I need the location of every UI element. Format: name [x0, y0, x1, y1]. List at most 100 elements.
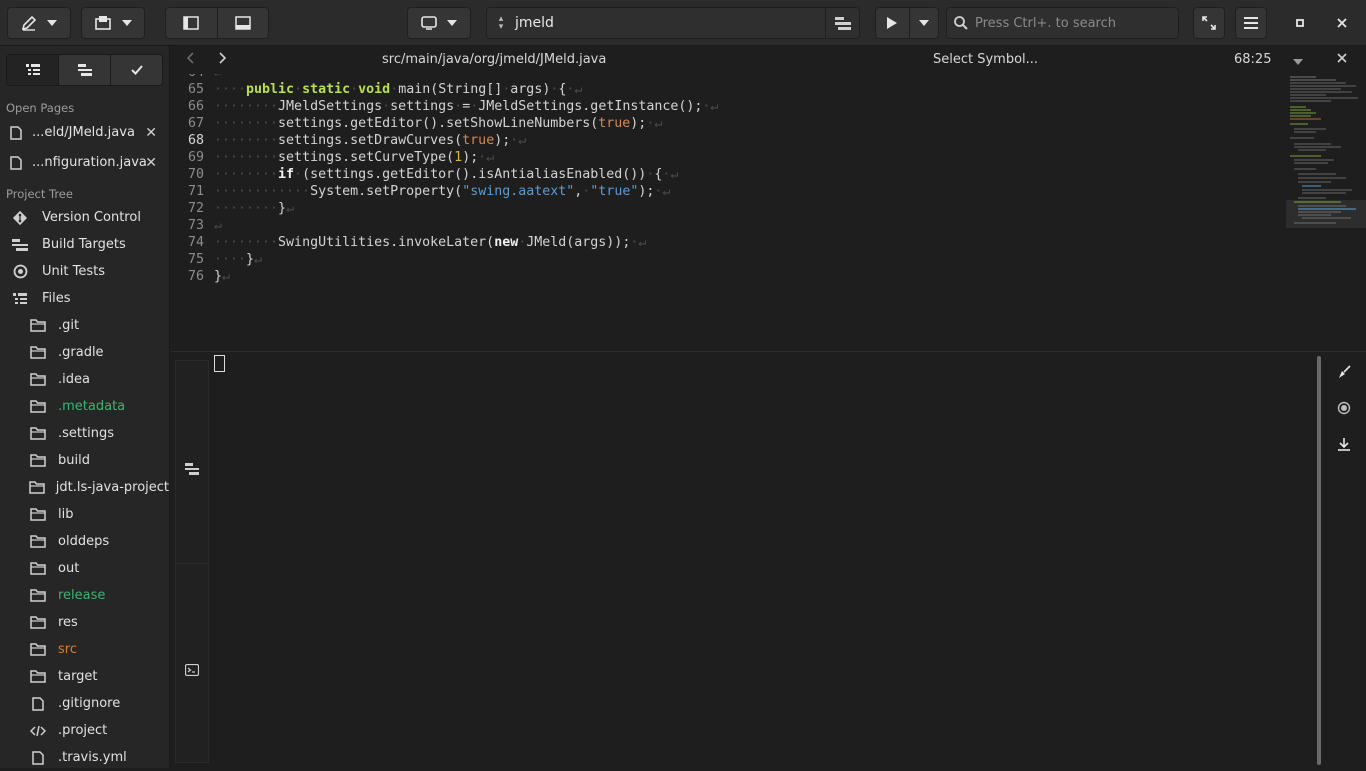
- file-path: src/main/java/org/jmeld/JMeld.java: [382, 52, 607, 67]
- fullscreen-button[interactable]: [1193, 7, 1225, 39]
- toggle-left-panel-button[interactable]: [166, 8, 217, 38]
- code-token: ↵: [222, 269, 231, 284]
- file-tree-item[interactable]: .settings: [0, 420, 169, 447]
- file-tree-item[interactable]: .travis.yml: [0, 744, 169, 771]
- sidebar-tabs: [6, 54, 163, 86]
- build-output-tab[interactable]: [184, 461, 200, 477]
- new-document-menu-button[interactable]: [81, 7, 145, 39]
- terminal-tab[interactable]: [184, 662, 200, 678]
- open-page-item[interactable]: ...eld/JMeld.java ✕: [0, 119, 169, 146]
- file-tree-item[interactable]: jdt.ls-java-project: [0, 474, 169, 501]
- code-token: ········: [214, 99, 279, 114]
- unit-tests-icon: [10, 264, 30, 279]
- chevron-down-icon: [918, 20, 929, 26]
- clear-terminal-button[interactable]: [1334, 362, 1354, 382]
- line-text: ········settings.getEditor().setShowLine…: [214, 115, 662, 132]
- line-text: ····public·static·void·main(String[]·arg…: [214, 81, 582, 98]
- run-options-button[interactable]: [908, 8, 938, 38]
- tree-item-build-targets[interactable]: Build Targets: [0, 231, 169, 258]
- toggle-bottom-panel-button[interactable]: [216, 8, 268, 38]
- line-text: ········if·(settings.getEditor().isAntia…: [214, 166, 678, 183]
- open-page-label: ...eld/JMeld.java: [32, 125, 135, 140]
- close-page-icon[interactable]: ✕: [145, 125, 157, 141]
- code-token: ········: [214, 150, 279, 165]
- file-tree-item[interactable]: release: [0, 582, 169, 609]
- fullscreen-icon: [1202, 16, 1216, 30]
- file-icon: [6, 155, 26, 170]
- code-token: ········: [214, 133, 279, 148]
- line-text: ········SwingUtilities.invokeLater(new·J…: [214, 234, 646, 251]
- build-queue-icon: [77, 64, 92, 76]
- file-tree-item[interactable]: out: [0, 555, 169, 582]
- file-tree-item[interactable]: lib: [0, 501, 169, 528]
- close-page-icon[interactable]: ✕: [145, 155, 157, 171]
- code-token: ·↵: [654, 184, 671, 199]
- minimap[interactable]: [1286, 74, 1366, 351]
- back-button[interactable]: [186, 52, 194, 68]
- project-selector[interactable]: ▴ ▾ jmeld: [486, 7, 860, 39]
- file-tree-item[interactable]: build: [0, 447, 169, 474]
- code-token: ········: [214, 116, 279, 131]
- file-icon: [28, 696, 48, 711]
- file-tree-item[interactable]: .idea: [0, 366, 169, 393]
- device-selector-button[interactable]: [407, 7, 471, 39]
- build-queue-button[interactable]: [825, 8, 859, 38]
- symbol-selector[interactable]: Select Symbol...: [933, 52, 1038, 67]
- code-token: args): [510, 82, 551, 97]
- tree-item-version-control[interactable]: Version Control: [0, 204, 169, 231]
- close-window-button[interactable]: [1326, 7, 1358, 39]
- line-number: 67: [187, 116, 204, 131]
- code-token: main(String[]: [398, 82, 503, 97]
- open-page-item[interactable]: ...nfiguration.java ✕: [0, 149, 169, 176]
- folder-icon: [28, 481, 46, 494]
- file-tree-label: .git: [58, 318, 80, 333]
- file-tree-item[interactable]: src: [0, 636, 169, 663]
- document-icon: [95, 16, 111, 30]
- code-token: settings.getEditor().setShowLineNumbers(: [278, 116, 599, 131]
- panel-toggle-group: [165, 7, 269, 39]
- file-tree-item[interactable]: res: [0, 609, 169, 636]
- terminal-scrollbar[interactable]: [1317, 356, 1321, 765]
- code-token: static: [302, 82, 351, 97]
- close-document-button[interactable]: [1337, 51, 1347, 67]
- code-token: ↵: [214, 218, 223, 233]
- file-tree-label: out: [58, 561, 80, 576]
- search-input[interactable]: [975, 15, 1165, 31]
- search-icon: [947, 16, 975, 30]
- file-tree-item[interactable]: .gitignore: [0, 690, 169, 717]
- document-menu-button[interactable]: [1293, 54, 1303, 69]
- line-text: ········}↵: [214, 200, 294, 217]
- pencil-icon: [21, 15, 37, 31]
- edit-menu-button[interactable]: [7, 7, 71, 39]
- play-icon: [887, 17, 898, 29]
- code-token: settings.setCurveType(: [278, 150, 455, 165]
- file-tree-item[interactable]: .project: [0, 717, 169, 744]
- terminal-cursor: [214, 355, 225, 372]
- tab-project-tree[interactable]: [7, 55, 58, 85]
- code-token: JMeldSettings: [278, 99, 383, 114]
- tree-item-files[interactable]: Files: [0, 285, 169, 312]
- forward-button[interactable]: [219, 52, 227, 68]
- code-token: void: [358, 82, 391, 97]
- tab-todo[interactable]: [110, 55, 162, 85]
- global-search[interactable]: [946, 7, 1179, 39]
- editor-header: src/main/java/org/jmeld/JMeld.java Selec…: [171, 46, 1366, 74]
- tab-build-queue[interactable]: [58, 55, 110, 85]
- file-tree-label: .idea: [58, 372, 90, 387]
- folder-icon: [28, 643, 48, 656]
- file-tree-item[interactable]: target: [0, 663, 169, 690]
- file-tree-item[interactable]: olddeps: [0, 528, 169, 555]
- folder-icon: [28, 346, 48, 359]
- tree-item-unit-tests[interactable]: Unit Tests: [0, 258, 169, 285]
- main-menu-button[interactable]: [1235, 7, 1267, 39]
- file-tree-label: res: [58, 615, 78, 630]
- code-view[interactable]: 64↵65····public·static·void·main(String[…: [171, 74, 1286, 351]
- file-tree-item[interactable]: .metadata: [0, 393, 169, 420]
- save-terminal-button[interactable]: [1334, 434, 1354, 454]
- file-tree-item[interactable]: .git: [0, 312, 169, 339]
- maximize-window-button[interactable]: [1284, 7, 1316, 39]
- chevron-down-icon: [1293, 59, 1303, 65]
- file-tree-item[interactable]: .gradle: [0, 339, 169, 366]
- record-terminal-button[interactable]: [1334, 398, 1354, 418]
- run-button[interactable]: [876, 8, 909, 38]
